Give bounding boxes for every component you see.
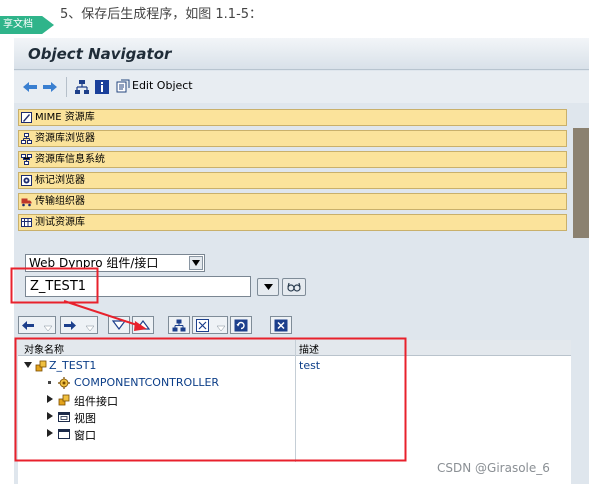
- tree-back-button[interactable]: [18, 316, 56, 334]
- object-type-value: Web Dynpro 组件/接口: [29, 256, 159, 270]
- nav-item-label: 资源库信息系统: [35, 154, 105, 165]
- nav-item-tag-browser[interactable]: 标记浏览器: [18, 172, 567, 189]
- nav-item-transport-organizer[interactable]: 传输组织器: [18, 193, 567, 210]
- tree-row-description: test: [299, 359, 321, 372]
- small-chevron-down-icon: [86, 325, 94, 332]
- navigation-panel: MIME 资源库 资源库浏览器 资源库信息系统 标记浏览器 传输组织器 测试资源…: [18, 109, 567, 234]
- tree-row-name: Z_TEST1: [49, 359, 97, 372]
- expand-icon: [136, 320, 150, 330]
- close-tree-button[interactable]: [270, 316, 292, 334]
- tree-row-component-interface[interactable]: 组件接口: [18, 391, 571, 408]
- collapse-icon: [112, 320, 126, 330]
- repository-info-icon: [21, 154, 32, 165]
- tree-row-z-test1[interactable]: Z_TEST1 test: [18, 357, 571, 374]
- transport-organizer-icon: [21, 198, 32, 207]
- nav-item-label: 测试资源库: [35, 217, 85, 228]
- tree-row-name: 组件接口: [74, 395, 118, 408]
- collapsed-triangle-icon[interactable]: [46, 412, 54, 420]
- where-used-icon: [196, 319, 209, 332]
- tree-toolbar: [18, 316, 298, 336]
- controller-icon: [58, 377, 70, 389]
- nav-item-mime-repository[interactable]: MIME 资源库: [18, 109, 567, 126]
- object-name-value: Z_TEST1: [30, 279, 87, 294]
- tree-row-componentcontroller[interactable]: COMPONENTCONTROLLER: [18, 374, 571, 391]
- close-icon: [274, 319, 288, 332]
- test-repository-icon: [21, 218, 32, 227]
- collapse-button[interactable]: [108, 316, 130, 334]
- repository-browser-icon: [21, 133, 32, 144]
- small-chevron-down-icon: [217, 325, 225, 332]
- arrow-left-icon[interactable]: [22, 79, 38, 95]
- edit-object-icon: [116, 79, 130, 93]
- window-icon: [58, 429, 70, 439]
- info-icon[interactable]: [94, 79, 110, 95]
- object-tree: 对象名称 描述 Z_TEST1 test COMPONENTCONTROLLER: [18, 340, 571, 462]
- object-name-input[interactable]: Z_TEST1: [25, 276, 251, 297]
- object-name-dropdown-button[interactable]: [257, 278, 279, 296]
- toolbar-separator: [66, 77, 67, 97]
- tree-row-name: 视图: [74, 412, 96, 425]
- document-caption: 5、保存后生成程序，如图 1.1-5：: [60, 7, 263, 22]
- nav-item-repository-info-system[interactable]: 资源库信息系统: [18, 151, 567, 168]
- object-type-select[interactable]: Web Dynpro 组件/接口: [25, 254, 205, 272]
- where-used-button[interactable]: [192, 316, 228, 334]
- nav-item-repository-browser[interactable]: 资源库浏览器: [18, 130, 567, 147]
- small-chevron-down-icon: [44, 325, 52, 332]
- arrow-right-icon[interactable]: [42, 79, 58, 95]
- object-type-dropdown-button[interactable]: [189, 256, 203, 270]
- arrow-left-icon: [22, 321, 34, 330]
- nav-item-label: 标记浏览器: [35, 175, 85, 186]
- tree-forward-button[interactable]: [60, 316, 98, 334]
- arrow-right-icon: [64, 321, 76, 330]
- chevron-down-icon: [192, 260, 200, 266]
- view-icon: [58, 412, 70, 422]
- nav-item-label: 资源库浏览器: [35, 133, 95, 144]
- refresh-icon: [234, 319, 248, 332]
- edit-object-label: Edit Object: [132, 79, 193, 92]
- tree-row-views[interactable]: 视图: [18, 408, 571, 425]
- refresh-button[interactable]: [230, 316, 252, 334]
- collapsed-triangle-icon[interactable]: [46, 395, 54, 403]
- nav-item-label: MIME 资源库: [35, 112, 95, 123]
- expanded-triangle-icon[interactable]: [24, 361, 32, 369]
- hierarchy-button[interactable]: [168, 316, 190, 334]
- tag-browser-icon: [21, 175, 32, 186]
- title-bar: Object Navigator: [14, 38, 589, 70]
- column-header-description[interactable]: 描述: [299, 341, 319, 356]
- expand-button[interactable]: [132, 316, 154, 334]
- tree-row-windows[interactable]: 窗口: [18, 425, 571, 442]
- leaf-dot-icon: [48, 381, 51, 384]
- interface-icon: [58, 394, 70, 406]
- window-title: Object Navigator: [28, 45, 172, 63]
- application-toolbar: Edit Object: [14, 71, 589, 103]
- chevron-down-icon: [264, 284, 273, 290]
- component-icon: [35, 360, 47, 372]
- hierarchy-icon[interactable]: [74, 79, 90, 95]
- share-tag-badge[interactable]: 享文档: [0, 16, 54, 34]
- mime-icon: [21, 112, 32, 123]
- nav-item-label: 传输组织器: [35, 196, 85, 207]
- tree-row-name: 窗口: [74, 429, 96, 442]
- hierarchy-icon: [172, 319, 186, 332]
- collapsed-triangle-icon[interactable]: [46, 429, 54, 437]
- glasses-icon: [287, 282, 301, 292]
- watermark: CSDN @Girasole_6: [437, 461, 550, 475]
- column-header-object-name[interactable]: 对象名称: [24, 341, 64, 356]
- sap-window: Object Navigator Edit Object MIME 资源库 资源…: [14, 38, 589, 484]
- nav-item-test-repository[interactable]: 测试资源库: [18, 214, 567, 231]
- display-button[interactable]: [282, 278, 306, 296]
- tree-row-name: COMPONENTCONTROLLER: [74, 376, 220, 389]
- side-panel-edge: [573, 128, 589, 238]
